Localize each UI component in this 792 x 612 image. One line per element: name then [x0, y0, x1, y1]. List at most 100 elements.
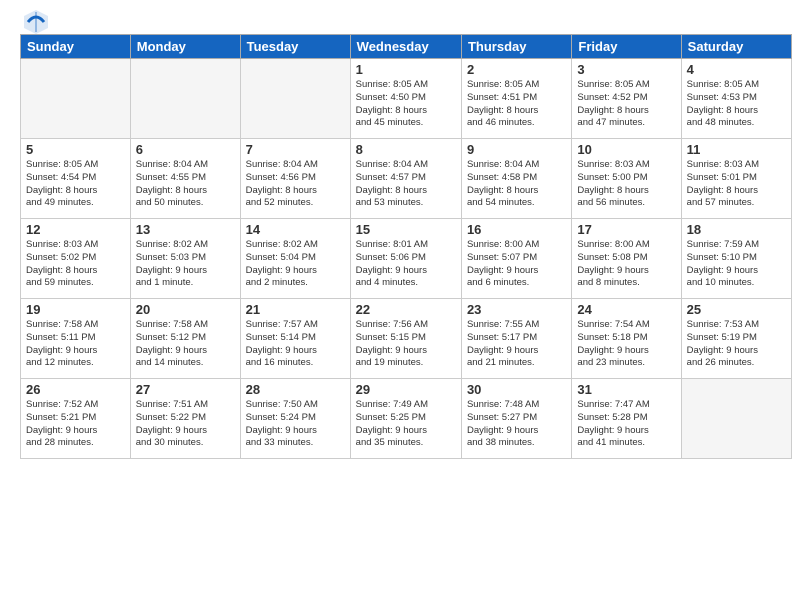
- day-number: 9: [467, 142, 566, 157]
- day-info: Sunrise: 8:00 AM Sunset: 5:08 PM Dayligh…: [577, 239, 675, 290]
- day-info: Sunrise: 8:00 AM Sunset: 5:07 PM Dayligh…: [467, 239, 566, 290]
- calendar-cell: 9Sunrise: 8:04 AM Sunset: 4:58 PM Daylig…: [461, 139, 571, 219]
- calendar-cell: 6 Sunrise: 8:04 AM Sunset: 4:55 PM Daylig…: [130, 139, 240, 219]
- calendar-cell: 28 Sunrise: 7:50 AM Sunset: 5:24 PM Dayli…: [240, 379, 350, 459]
- day-info: Sunrise: 8:03 AM Sunset: 5:02 PM Dayligh…: [26, 239, 125, 290]
- calendar-week-2: 5Sunrise: 8:05 AM Sunset: 4:54 PM Daylig…: [21, 139, 792, 219]
- day-number: 14: [246, 222, 345, 237]
- calendar-table: Sunday Monday Tuesday Wednesday Thursday…: [20, 34, 792, 459]
- calendar-week-5: 26Sunrise: 7:52 AM Sunset: 5:21 PM Dayli…: [21, 379, 792, 459]
- calendar-week-4: 19Sunrise: 7:58 AM Sunset: 5:11 PM Dayli…: [21, 299, 792, 379]
- day-number: 24: [577, 302, 675, 317]
- calendar-cell: 17 Sunrise: 8:00 AM Sunset: 5:08 PM Dayli…: [572, 219, 681, 299]
- day-info: Sunrise: 7:51 AM Sunset: 5:22 PM Dayligh…: [136, 399, 235, 450]
- calendar-cell: [130, 59, 240, 139]
- day-number: 1: [356, 62, 456, 77]
- col-tuesday: Tuesday: [240, 35, 350, 59]
- day-number: 13: [136, 222, 235, 237]
- calendar-cell: 25Sunrise: 7:53 AM Sunset: 5:19 PM Dayli…: [681, 299, 791, 379]
- day-info: Sunrise: 7:53 AM Sunset: 5:19 PM Dayligh…: [687, 319, 786, 370]
- day-number: 11: [687, 142, 786, 157]
- calendar-cell: 2Sunrise: 8:05 AM Sunset: 4:51 PM Daylig…: [461, 59, 571, 139]
- calendar-cell: 4 Sunrise: 8:05 AM Sunset: 4:53 PM Daylig…: [681, 59, 791, 139]
- calendar-cell: [681, 379, 791, 459]
- calendar-cell: 7 Sunrise: 8:04 AM Sunset: 4:56 PM Daylig…: [240, 139, 350, 219]
- day-info: Sunrise: 7:49 AM Sunset: 5:25 PM Dayligh…: [356, 399, 456, 450]
- calendar-cell: 19Sunrise: 7:58 AM Sunset: 5:11 PM Dayli…: [21, 299, 131, 379]
- day-info: Sunrise: 8:04 AM Sunset: 4:56 PM Dayligh…: [246, 159, 345, 210]
- calendar-cell: 29 Sunrise: 7:49 AM Sunset: 5:25 PM Dayli…: [350, 379, 461, 459]
- day-number: 10: [577, 142, 675, 157]
- calendar-week-1: 1 Sunrise: 8:05 AM Sunset: 4:50 PM Daylig…: [21, 59, 792, 139]
- day-info: Sunrise: 7:48 AM Sunset: 5:27 PM Dayligh…: [467, 399, 566, 450]
- day-info: Sunrise: 7:58 AM Sunset: 5:11 PM Dayligh…: [26, 319, 125, 370]
- day-info: Sunrise: 8:05 AM Sunset: 4:50 PM Dayligh…: [356, 79, 456, 130]
- header: [0, 0, 792, 34]
- day-number: 7: [246, 142, 345, 157]
- day-number: 6: [136, 142, 235, 157]
- day-info: Sunrise: 7:55 AM Sunset: 5:17 PM Dayligh…: [467, 319, 566, 370]
- logo-icon: [22, 8, 50, 36]
- day-number: 2: [467, 62, 566, 77]
- calendar-week-3: 12 Sunrise: 8:03 AM Sunset: 5:02 PM Dayli…: [21, 219, 792, 299]
- calendar-cell: 20Sunrise: 7:58 AM Sunset: 5:12 PM Dayli…: [130, 299, 240, 379]
- day-number: 15: [356, 222, 456, 237]
- day-info: Sunrise: 8:05 AM Sunset: 4:53 PM Dayligh…: [687, 79, 786, 130]
- calendar-cell: 30 Sunrise: 7:48 AM Sunset: 5:27 PM Dayli…: [461, 379, 571, 459]
- calendar-cell: 16Sunrise: 8:00 AM Sunset: 5:07 PM Dayli…: [461, 219, 571, 299]
- day-info: Sunrise: 7:56 AM Sunset: 5:15 PM Dayligh…: [356, 319, 456, 370]
- day-number: 17: [577, 222, 675, 237]
- calendar-cell: 3 Sunrise: 8:05 AM Sunset: 4:52 PM Daylig…: [572, 59, 681, 139]
- day-info: Sunrise: 7:54 AM Sunset: 5:18 PM Dayligh…: [577, 319, 675, 370]
- day-info: Sunrise: 8:02 AM Sunset: 5:04 PM Dayligh…: [246, 239, 345, 290]
- calendar-cell: 14 Sunrise: 8:02 AM Sunset: 5:04 PM Dayli…: [240, 219, 350, 299]
- calendar-cell: 1 Sunrise: 8:05 AM Sunset: 4:50 PM Daylig…: [350, 59, 461, 139]
- col-monday: Monday: [130, 35, 240, 59]
- day-info: Sunrise: 8:03 AM Sunset: 5:00 PM Dayligh…: [577, 159, 675, 210]
- calendar-cell: 13 Sunrise: 8:02 AM Sunset: 5:03 PM Dayli…: [130, 219, 240, 299]
- day-info: Sunrise: 7:52 AM Sunset: 5:21 PM Dayligh…: [26, 399, 125, 450]
- col-friday: Friday: [572, 35, 681, 59]
- day-number: 22: [356, 302, 456, 317]
- day-info: Sunrise: 7:59 AM Sunset: 5:10 PM Dayligh…: [687, 239, 786, 290]
- calendar-cell: 24 Sunrise: 7:54 AM Sunset: 5:18 PM Dayli…: [572, 299, 681, 379]
- day-number: 4: [687, 62, 786, 77]
- day-number: 18: [687, 222, 786, 237]
- col-thursday: Thursday: [461, 35, 571, 59]
- calendar-cell: 11 Sunrise: 8:03 AM Sunset: 5:01 PM Dayli…: [681, 139, 791, 219]
- day-number: 31: [577, 382, 675, 397]
- day-info: Sunrise: 7:50 AM Sunset: 5:24 PM Dayligh…: [246, 399, 345, 450]
- day-number: 29: [356, 382, 456, 397]
- day-number: 23: [467, 302, 566, 317]
- day-info: Sunrise: 8:04 AM Sunset: 4:57 PM Dayligh…: [356, 159, 456, 210]
- calendar-cell: 10 Sunrise: 8:03 AM Sunset: 5:00 PM Dayli…: [572, 139, 681, 219]
- calendar-cell: 5Sunrise: 8:05 AM Sunset: 4:54 PM Daylig…: [21, 139, 131, 219]
- day-info: Sunrise: 8:05 AM Sunset: 4:52 PM Dayligh…: [577, 79, 675, 130]
- day-number: 21: [246, 302, 345, 317]
- calendar-cell: 31 Sunrise: 7:47 AM Sunset: 5:28 PM Dayli…: [572, 379, 681, 459]
- day-number: 8: [356, 142, 456, 157]
- calendar-cell: 8 Sunrise: 8:04 AM Sunset: 4:57 PM Daylig…: [350, 139, 461, 219]
- day-info: Sunrise: 8:03 AM Sunset: 5:01 PM Dayligh…: [687, 159, 786, 210]
- day-info: Sunrise: 7:57 AM Sunset: 5:14 PM Dayligh…: [246, 319, 345, 370]
- calendar-cell: 23 Sunrise: 7:55 AM Sunset: 5:17 PM Dayli…: [461, 299, 571, 379]
- calendar-cell: [21, 59, 131, 139]
- calendar-container: Sunday Monday Tuesday Wednesday Thursday…: [0, 34, 792, 464]
- calendar-cell: 26Sunrise: 7:52 AM Sunset: 5:21 PM Dayli…: [21, 379, 131, 459]
- day-info: Sunrise: 8:01 AM Sunset: 5:06 PM Dayligh…: [356, 239, 456, 290]
- day-number: 27: [136, 382, 235, 397]
- calendar-header-row: Sunday Monday Tuesday Wednesday Thursday…: [21, 35, 792, 59]
- calendar-cell: 15 Sunrise: 8:01 AM Sunset: 5:06 PM Dayli…: [350, 219, 461, 299]
- day-number: 28: [246, 382, 345, 397]
- calendar-cell: [240, 59, 350, 139]
- day-info: Sunrise: 7:47 AM Sunset: 5:28 PM Dayligh…: [577, 399, 675, 450]
- day-info: Sunrise: 8:02 AM Sunset: 5:03 PM Dayligh…: [136, 239, 235, 290]
- day-info: Sunrise: 7:58 AM Sunset: 5:12 PM Dayligh…: [136, 319, 235, 370]
- day-number: 12: [26, 222, 125, 237]
- day-number: 5: [26, 142, 125, 157]
- calendar-cell: 21 Sunrise: 7:57 AM Sunset: 5:14 PM Dayli…: [240, 299, 350, 379]
- day-number: 30: [467, 382, 566, 397]
- calendar-cell: 27 Sunrise: 7:51 AM Sunset: 5:22 PM Dayli…: [130, 379, 240, 459]
- day-number: 3: [577, 62, 675, 77]
- day-info: Sunrise: 8:04 AM Sunset: 4:55 PM Dayligh…: [136, 159, 235, 210]
